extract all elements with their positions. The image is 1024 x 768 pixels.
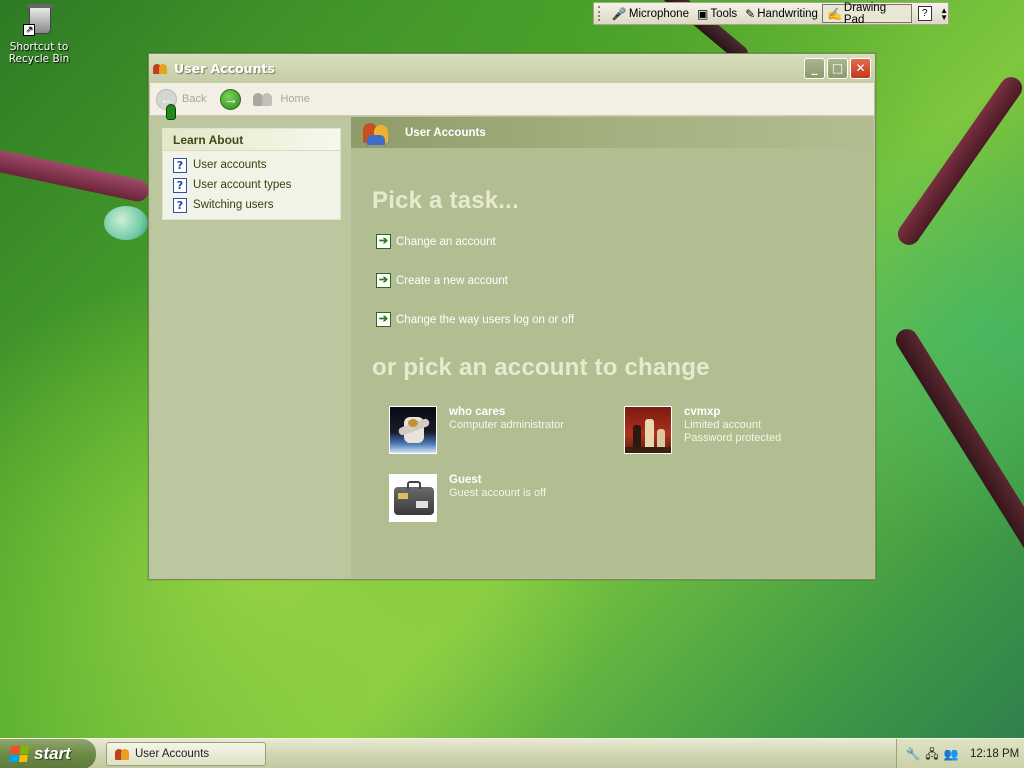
water-drop bbox=[104, 206, 148, 240]
system-tray: 🔧 🖧 👥 12:18 PM bbox=[896, 739, 1024, 768]
recycle-bin-icon: ↗ bbox=[23, 2, 55, 38]
green-arrow-icon: ➔ bbox=[376, 273, 391, 288]
account-name: who cares bbox=[449, 406, 506, 418]
pen-icon: ✎ bbox=[745, 6, 756, 21]
back-label[interactable]: Back bbox=[182, 93, 206, 105]
tray-users-icon[interactable]: 👥 bbox=[943, 746, 959, 762]
taskbar-user-accounts[interactable]: User Accounts bbox=[106, 742, 266, 766]
langbar-grip[interactable] bbox=[598, 6, 602, 21]
green-arrow-icon: ➔ bbox=[376, 312, 391, 327]
learn-about-title: Learn About bbox=[163, 129, 340, 151]
tools-icon: ▣ bbox=[696, 6, 709, 21]
pick-account-heading: or pick an account to change bbox=[372, 354, 710, 381]
langbar-handwriting[interactable]: ✎ Handwriting bbox=[741, 4, 822, 23]
help-icon: ? bbox=[173, 197, 187, 213]
langbar-help-icon[interactable]: ? bbox=[917, 6, 933, 21]
langbar-tools[interactable]: ▣ Tools bbox=[693, 4, 741, 23]
users-icon bbox=[363, 121, 393, 145]
learn-item-switching-users[interactable]: ? Switching users bbox=[163, 195, 340, 215]
account-name: Guest bbox=[449, 474, 482, 486]
left-pane: Learn About ? User accounts ? User accou… bbox=[150, 117, 351, 578]
section-title: User Accounts bbox=[405, 126, 486, 139]
astronaut-picture bbox=[389, 406, 437, 454]
minimize-button[interactable]: _ bbox=[804, 58, 825, 79]
account-guest[interactable]: Guest Guest account is off bbox=[389, 474, 546, 522]
microphone-icon: 🎤 bbox=[611, 6, 627, 21]
taskbar: start User Accounts 🔧 🖧 👥 12:18 PM bbox=[0, 738, 1024, 768]
task-change-logon[interactable]: ➔ Change the way users log on or off bbox=[376, 312, 574, 327]
langbar-drawing-pad[interactable]: ✍ Drawing Pad bbox=[821, 2, 912, 26]
user-accounts-icon bbox=[115, 748, 130, 761]
suitcase-picture bbox=[389, 474, 437, 522]
clock[interactable]: 12:18 PM bbox=[970, 748, 1019, 760]
help-icon: ? bbox=[173, 177, 187, 193]
learn-about-panel: Learn About ? User accounts ? User accou… bbox=[162, 128, 341, 220]
home-icon[interactable] bbox=[253, 90, 275, 108]
section-header: User Accounts bbox=[351, 117, 874, 148]
user-accounts-icon bbox=[153, 62, 169, 76]
learn-item-user-accounts[interactable]: ? User accounts bbox=[163, 155, 340, 175]
language-bar: 🎤 Microphone ▣ Tools ✎ Handwriting ✍ Dra… bbox=[593, 2, 949, 26]
account-type: Limited account bbox=[684, 419, 762, 431]
windows-logo-icon bbox=[8, 746, 30, 762]
account-status: Guest account is off bbox=[449, 487, 547, 499]
start-button[interactable]: start bbox=[0, 739, 96, 768]
start-label: start bbox=[34, 744, 71, 763]
title-bar[interactable]: User Accounts _ □ ✕ bbox=[149, 54, 875, 83]
main-pane: User Accounts Pick a task... ➔ Change an… bbox=[351, 117, 874, 578]
chess-picture bbox=[624, 406, 672, 454]
window-title: User Accounts bbox=[174, 61, 275, 76]
green-arrow-icon: ➔ bbox=[376, 234, 391, 249]
account-name: cvmxp bbox=[684, 406, 721, 418]
cursor-hand-icon bbox=[166, 104, 176, 120]
drawing-pad-icon: ✍ bbox=[826, 6, 842, 21]
close-button[interactable]: ✕ bbox=[850, 58, 871, 79]
branch-decor bbox=[891, 324, 1024, 558]
help-icon: ? bbox=[173, 157, 187, 173]
branch-decor bbox=[0, 148, 151, 204]
user-accounts-window: User Accounts _ □ ✕ ← Back → Home Learn … bbox=[148, 53, 876, 580]
account-type: Computer administrator bbox=[449, 419, 564, 431]
task-create-account[interactable]: ➔ Create a new account bbox=[376, 273, 508, 288]
forward-button[interactable]: → bbox=[220, 88, 242, 110]
langbar-options-icon[interactable]: ▲ ▼ bbox=[940, 6, 948, 21]
task-change-account[interactable]: ➔ Change an account bbox=[376, 234, 496, 249]
home-label[interactable]: Home bbox=[280, 93, 309, 105]
learn-item-account-types[interactable]: ? User account types bbox=[163, 175, 340, 195]
recycle-bin-label: Shortcut to Recycle Bin bbox=[8, 41, 70, 65]
account-cvmxp[interactable]: cvmxp Limited account Password protected bbox=[624, 406, 781, 454]
account-password-status: Password protected bbox=[684, 432, 782, 444]
pick-task-heading: Pick a task... bbox=[372, 187, 519, 214]
forward-arrow-icon: → bbox=[223, 90, 238, 107]
account-who-cares[interactable]: who cares Computer administrator bbox=[389, 406, 564, 454]
toolbar: ← Back → Home bbox=[150, 83, 874, 116]
recycle-bin-shortcut[interactable]: ↗ Shortcut to Recycle Bin bbox=[6, 2, 72, 65]
tray-tools-icon[interactable]: 🔧 bbox=[905, 746, 921, 762]
tray-network-icon[interactable]: 🖧 bbox=[924, 746, 940, 762]
langbar-microphone[interactable]: 🎤 Microphone bbox=[608, 4, 693, 23]
branch-decor bbox=[893, 72, 1024, 250]
maximize-button[interactable]: □ bbox=[827, 58, 848, 79]
